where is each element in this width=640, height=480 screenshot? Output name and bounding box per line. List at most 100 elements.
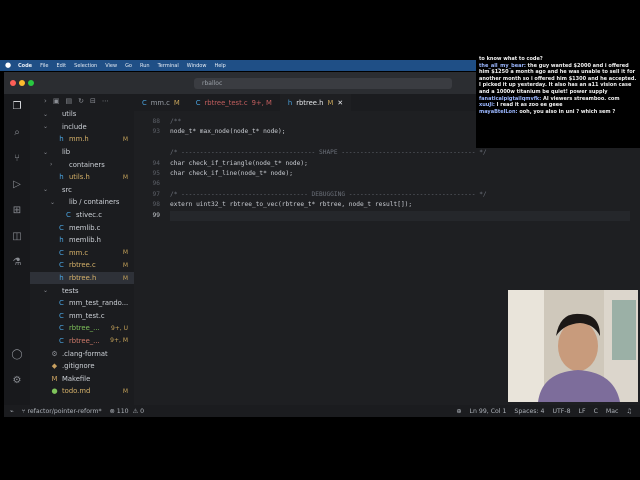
new-file-icon[interactable]: ▣ [53,97,60,105]
more-actions-icon[interactable]: ⋯ [102,97,109,105]
settings-gear-icon[interactable]: ⚙ [10,374,24,388]
chevron-down-icon[interactable]: ⌄ [43,186,50,193]
git-status-badge: M [122,274,128,282]
chevron-down-icon[interactable]: ⌄ [50,199,57,206]
maximize-window-button[interactable] [28,80,34,86]
chevron-down-icon[interactable]: ⌄ [43,287,50,294]
problems-count[interactable]: 110 [117,408,129,415]
code-line[interactable]: /* ---------------------------------- DE… [170,190,630,200]
menu-selection[interactable]: Selection [70,63,101,69]
tab-rbtree-h[interactable]: h rbtree.h M ✕ [279,94,352,111]
tree-item-label: .clang-format [62,349,108,358]
tree-item[interactable]: ⚙ .clang-format [30,347,134,360]
line-number: 96 [152,180,160,188]
line-ending[interactable]: LF [579,408,586,415]
refresh-icon[interactable]: ↻ [78,97,84,105]
code-line[interactable] [170,179,630,189]
chevron-right-icon[interactable]: › [50,161,57,168]
tab-status: 9+, M [251,98,272,107]
tree-item-label: Makefile [62,374,91,383]
menu-go[interactable]: Go [121,63,136,69]
testing-icon[interactable]: ⚗ [10,256,24,270]
tree-item[interactable]: ⌄ include [30,121,134,134]
tree-item[interactable]: Cmm_test.c [30,310,134,323]
tree-item[interactable]: Crbtree_... 9+, M [30,335,134,348]
encoding[interactable]: UTF-8 [553,408,571,415]
chat-username[interactable]: xuuJi: [479,102,495,108]
code-line[interactable] [170,210,630,221]
tree-item[interactable]: ⌄ tests [30,284,134,297]
run-debug-icon[interactable]: ▷ [10,178,24,192]
chat-username[interactable]: fanaticalpigtailqmvfk: [479,96,541,102]
code-line[interactable]: char check_if_triangle(node_t* node); [170,159,630,169]
tree-item[interactable]: Cmemlib.c [30,221,134,234]
file-icon: C [59,261,64,270]
indentation[interactable]: Spaces: 4 [514,408,544,415]
tree-item[interactable]: h rbtree.h M [30,271,134,285]
menu-file[interactable]: File [36,63,52,69]
code-line[interactable]: extern uint32_t rbtree_to_vec(rbtree_t* … [170,200,630,210]
platform[interactable]: Mac [606,408,619,415]
tree-item[interactable]: ⌄ src [30,184,134,197]
code-line[interactable]: char check_if_line(node_t* node); [170,169,630,179]
tree-item[interactable]: ⌄ lib [30,146,134,159]
tree-item[interactable]: ⌄ utils [30,108,134,121]
chat-username[interactable]: mayaBtelLon: [479,109,518,115]
chat-username[interactable]: the_all_my_bear: [479,63,526,69]
explorer-icon[interactable]: ❐ [10,100,24,114]
notifications-bell-icon[interactable]: ♫ [626,408,632,415]
close-tab-icon[interactable]: ✕ [337,99,343,107]
menu-window[interactable]: Window [183,63,211,69]
chevron-down-icon[interactable]: ⌄ [43,111,50,118]
menu-help[interactable]: Help [210,63,229,69]
file-icon: C [59,223,64,232]
tree-item[interactable]: h mm.h M [30,133,134,146]
window-controls [10,80,34,86]
chat-text: to know what to code? [479,56,543,62]
webcam-overlay [508,290,638,402]
remote-icon[interactable]: ◫ [10,230,24,244]
tab-mm-c[interactable]: C mm.c M [134,94,188,111]
tree-item[interactable]: ● todo.md M [30,385,134,398]
tree-item[interactable]: Cmm.c M [30,247,134,260]
chevron-down-icon[interactable]: ⌄ [43,123,50,130]
status-bar: ⌁ ⑂ refactor/pointer-reform* ⊗ 110 ⚠ 0 ⊕… [4,405,640,417]
language-mode[interactable]: C [594,408,598,415]
tree-item[interactable]: M Makefile [30,372,134,385]
tree-item[interactable]: › containers [30,158,134,171]
tree-item[interactable]: ◆ .gitignore [30,360,134,373]
tree-item[interactable]: ⌄ lib / containers [30,196,134,209]
minimize-window-button[interactable] [19,80,25,86]
file-icon: C [59,324,64,333]
tree-item[interactable]: h utils.h M [30,171,134,184]
collapse-all-icon[interactable]: ⊟ [90,97,96,105]
tree-item[interactable]: Crbtree.c M [30,259,134,272]
apple-icon[interactable]: ● [5,61,12,69]
chevron-down-icon[interactable]: ⌄ [43,149,50,156]
menu-run[interactable]: Run [136,63,154,69]
tree-item[interactable]: Cstivec.c [30,209,134,222]
source-control-icon[interactable]: ⑂ [10,152,24,166]
cursor-position[interactable]: Ln 99, Col 1 [470,408,507,415]
menu-edit[interactable]: Edit [52,63,70,69]
tree-item[interactable]: h memlib.h [30,234,134,247]
tree-item-label: stivec.c [76,211,102,220]
tree-item-label: include [62,122,87,131]
search-icon[interactable]: ⌕ [10,126,24,140]
tree-item[interactable]: Cmm_test_rando... [30,297,134,310]
warnings-count[interactable]: 0 [140,408,144,415]
account-icon[interactable]: ◯ [10,348,24,362]
menu-view[interactable]: View [101,63,121,69]
extensions-icon[interactable]: ⊞ [10,204,24,218]
remote-indicator-icon[interactable]: ⌁ [10,408,14,415]
menu-terminal[interactable]: Terminal [154,63,183,69]
code-line[interactable]: /* ------------------------------------ … [170,148,630,158]
tree-item[interactable]: Crbtree_... 9+, U [30,322,134,335]
git-branch[interactable]: refactor/pointer-reform* [27,408,101,415]
command-center-search[interactable]: rballoc [194,78,452,89]
tab-rbtree-test-c[interactable]: C rbtree_test.c 9+, M [188,94,280,111]
chevron-right-icon[interactable]: › [44,97,47,105]
new-folder-icon[interactable]: ▤ [65,97,72,105]
zoom-icon[interactable]: ⊕ [456,408,461,415]
close-window-button[interactable] [10,80,16,86]
